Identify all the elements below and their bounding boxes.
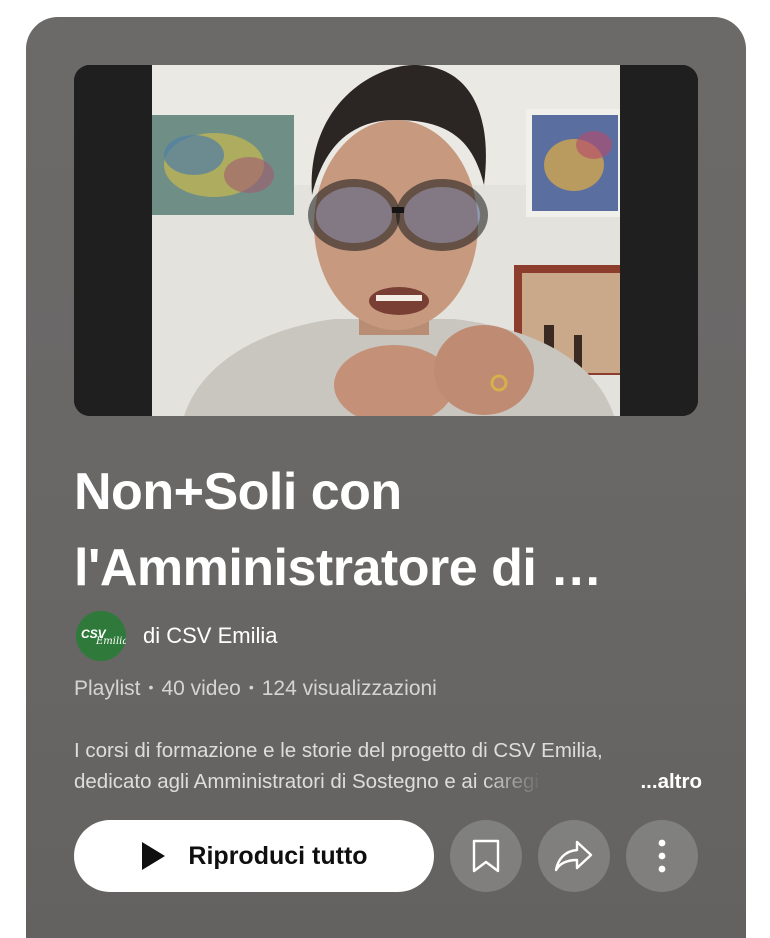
more-vertical-icon: [658, 839, 666, 873]
more-options-button[interactable]: [626, 820, 698, 892]
playlist-header-card: Non+Soli con l'Amministratore di … CSV E…: [26, 17, 746, 938]
svg-text:Emilia: Emilia: [95, 636, 126, 647]
description-fading-text: caregi: [483, 770, 539, 793]
description-line-1: I corsi di formazione e le storie del pr…: [74, 739, 603, 762]
playlist-owner[interactable]: CSV Emilia di CSV Emilia: [76, 611, 277, 661]
playlist-description[interactable]: I corsi di formazione e le storie del pr…: [74, 735, 702, 797]
playlist-meta: Playlist • 40 video • 124 visualizzazioni: [74, 677, 437, 701]
channel-name-link[interactable]: di CSV Emilia: [143, 623, 277, 649]
playlist-title-line-1: Non+Soli con: [74, 463, 402, 521]
save-playlist-button[interactable]: [450, 820, 522, 892]
playlist-thumbnail[interactable]: [74, 65, 698, 416]
video-count: 40 video: [161, 677, 241, 700]
thumbnail-image: [74, 65, 698, 416]
channel-avatar[interactable]: CSV Emilia: [76, 611, 126, 661]
description-text: dedicato agli Amministratori di Sostegno…: [74, 770, 484, 793]
separator-dot: •: [248, 679, 254, 695]
view-count: 124 visualizzazioni: [261, 677, 437, 700]
share-icon: [554, 840, 593, 872]
playlist-title-line-2: l'Amministratore di …: [74, 539, 602, 597]
more-link[interactable]: ...altro: [634, 766, 702, 797]
playlist-type: Playlist: [74, 677, 141, 700]
description-line-2: dedicato agli Amministratori di Sostegno…: [74, 766, 702, 797]
play-all-button[interactable]: Riproduci tutto: [74, 820, 434, 892]
play-all-label: Riproduci tutto: [188, 841, 368, 870]
share-button[interactable]: [538, 820, 610, 892]
csv-emilia-logo-icon: CSV Emilia: [76, 611, 126, 661]
playlist-title: Non+Soli con l'Amministratore di …: [74, 454, 674, 606]
separator-dot: •: [148, 679, 154, 695]
play-icon: [142, 842, 166, 870]
bookmark-icon: [472, 839, 500, 873]
